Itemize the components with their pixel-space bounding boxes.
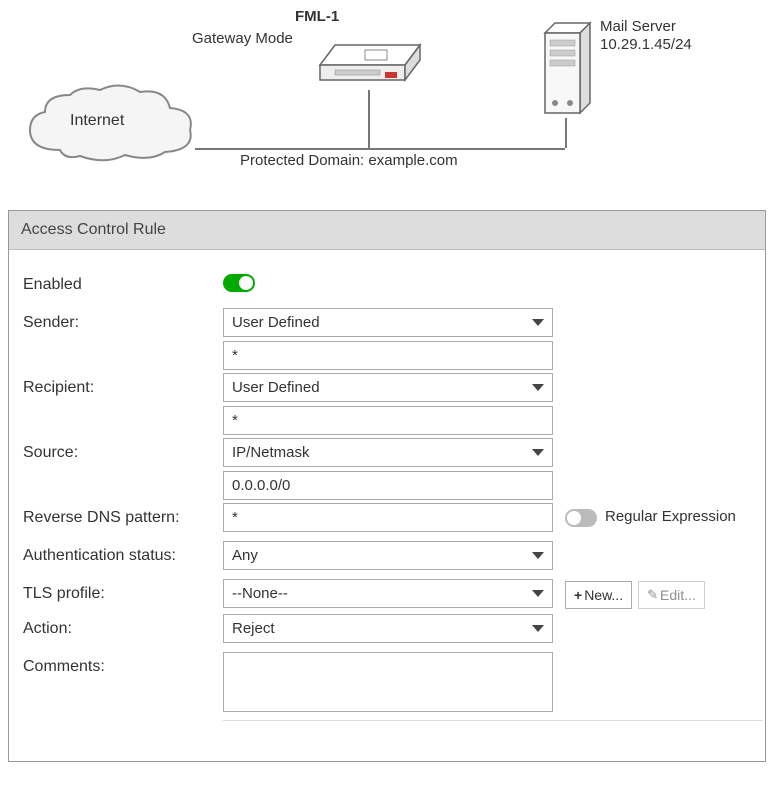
chevron-down-icon xyxy=(532,590,544,597)
sender-select[interactable]: User Defined xyxy=(223,308,553,337)
fml-mode-label: Gateway Mode xyxy=(192,30,293,47)
access-control-panel: Access Control Rule Enabled Sender: User… xyxy=(8,210,766,762)
fml-device-icon xyxy=(315,30,425,90)
enabled-label: Enabled xyxy=(23,270,223,294)
recipient-input[interactable] xyxy=(223,406,553,435)
panel-title: Access Control Rule xyxy=(9,211,765,250)
regex-label: Regular Expression xyxy=(605,508,736,525)
action-label: Action: xyxy=(23,614,223,638)
source-select[interactable]: IP/Netmask xyxy=(223,438,553,467)
comments-label: Comments: xyxy=(23,652,223,676)
chevron-down-icon xyxy=(532,552,544,559)
edit-icon: ✎ xyxy=(647,587,658,603)
chevron-down-icon xyxy=(532,449,544,456)
connection-line xyxy=(368,90,370,148)
connection-line xyxy=(195,148,565,150)
internet-label: Internet xyxy=(70,112,124,130)
plus-icon: + xyxy=(574,587,582,603)
server-ip-label: 10.29.1.45/24 xyxy=(600,36,692,53)
recipient-select[interactable]: User Defined xyxy=(223,373,553,402)
chevron-down-icon xyxy=(532,384,544,391)
auth-label: Authentication status: xyxy=(23,541,223,565)
protected-domain-label: Protected Domain: example.com xyxy=(240,152,458,169)
mail-server-icon xyxy=(540,18,595,118)
sender-input[interactable] xyxy=(223,341,553,370)
recipient-label: Recipient: xyxy=(23,373,223,397)
auth-select[interactable]: Any xyxy=(223,541,553,570)
edit-button[interactable]: ✎ Edit... xyxy=(638,581,705,609)
separator xyxy=(223,720,763,721)
regex-toggle[interactable] xyxy=(565,509,597,527)
sender-label: Sender: xyxy=(23,308,223,332)
rdns-label: Reverse DNS pattern: xyxy=(23,503,223,527)
server-name-label: Mail Server xyxy=(600,18,676,35)
tls-label: TLS profile: xyxy=(23,579,223,603)
rdns-input[interactable] xyxy=(223,503,553,532)
comments-textarea[interactable] xyxy=(223,652,553,712)
source-input[interactable] xyxy=(223,471,553,500)
network-diagram: FML-1 Gateway Mode Internet Mail xyxy=(0,0,774,200)
chevron-down-icon xyxy=(532,625,544,632)
new-button[interactable]: + New... xyxy=(565,581,632,609)
fml-name-label: FML-1 xyxy=(295,8,339,25)
tls-select[interactable]: --None-- xyxy=(223,579,553,608)
chevron-down-icon xyxy=(532,319,544,326)
connection-line xyxy=(565,118,567,148)
enabled-toggle[interactable] xyxy=(223,274,255,292)
source-label: Source: xyxy=(23,438,223,462)
action-select[interactable]: Reject xyxy=(223,614,553,643)
